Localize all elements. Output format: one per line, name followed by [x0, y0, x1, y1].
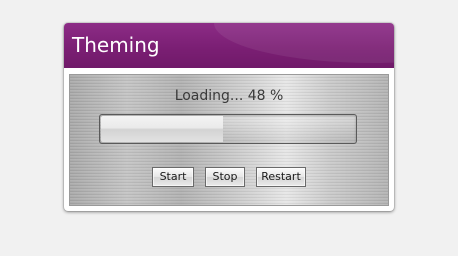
content-panel: Loading... 48 % Start Stop Restart	[69, 74, 389, 206]
theming-window: Theming Loading... 48 % Start Stop Resta…	[64, 23, 394, 211]
title-bar: Theming	[64, 23, 394, 68]
progress-fill	[101, 116, 223, 142]
stop-button[interactable]: Stop	[205, 167, 245, 187]
start-button[interactable]: Start	[152, 167, 194, 187]
loading-status: Loading... 48 %	[174, 88, 284, 104]
progress-bar	[99, 114, 357, 144]
window-title: Theming	[72, 33, 160, 57]
button-row: Start Stop Restart	[70, 167, 388, 187]
restart-button[interactable]: Restart	[256, 167, 306, 187]
